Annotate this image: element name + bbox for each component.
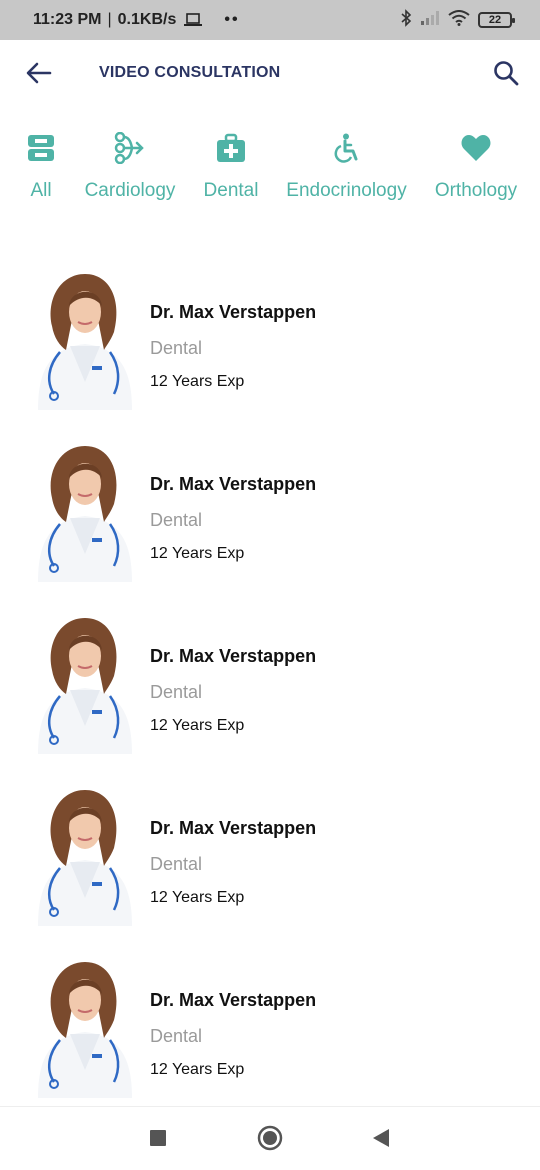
heart-icon <box>458 130 494 166</box>
home-circle-icon <box>257 1125 283 1156</box>
doctor-card[interactable]: Dr. Max Verstappen Dental 12 Years Exp <box>0 430 540 590</box>
doctor-name: Dr. Max Verstappen <box>150 474 317 494</box>
doctor-card[interactable]: Dr. Max Verstappen Dental 12 Years Exp <box>0 946 540 1106</box>
doctor-photo <box>30 270 140 410</box>
wifi-icon <box>448 9 470 31</box>
system-nav-bar <box>0 1106 540 1170</box>
status-dots: •• <box>224 11 240 28</box>
doctor-photo <box>30 614 140 754</box>
system-back-button[interactable] <box>366 1125 396 1155</box>
doctor-photo <box>30 958 140 1098</box>
doctor-experience: 12 Years Exp <box>150 889 245 906</box>
doctor-card[interactable]: Dr. Max Verstappen Dental 12 Years Exp <box>0 774 540 934</box>
app-bar: VIDEO CONSULTATION <box>0 40 540 110</box>
category-dental[interactable]: Dental <box>203 130 259 202</box>
doctor-specialty: Dental <box>150 510 203 530</box>
home-button[interactable] <box>255 1125 285 1155</box>
arrow-left-icon <box>26 62 52 89</box>
category-label: Dental <box>203 180 259 201</box>
status-time: 11:23 PM <box>33 11 102 28</box>
doctor-card[interactable]: Dr. Max Verstappen Dental 12 Years Exp <box>0 602 540 762</box>
bluetooth-icon <box>400 8 412 32</box>
laptop-icon <box>184 13 203 27</box>
recents-square-icon <box>149 1129 167 1152</box>
status-network-speed: 0.1KB/s <box>117 11 177 28</box>
doctor-specialty: Dental <box>150 682 203 702</box>
doctor-photo <box>30 786 140 926</box>
category-cardiology[interactable]: Cardiology <box>84 130 176 202</box>
inbox-tray-icon <box>23 130 59 166</box>
doctor-specialty: Dental <box>150 854 203 874</box>
signal-icon <box>420 10 440 31</box>
category-bar: All Cardiology Dental Endocrinology Orth… <box>0 130 540 210</box>
doctor-specialty: Dental <box>150 1026 203 1046</box>
back-triangle-icon <box>372 1128 390 1153</box>
category-label: Orthology <box>434 180 518 201</box>
status-right: 22 <box>400 8 515 32</box>
status-left: 11:23 PM | 0.1KB/s •• <box>33 11 240 29</box>
doctor-experience: 12 Years Exp <box>150 373 245 390</box>
recents-button[interactable] <box>143 1125 173 1155</box>
status-separator: | <box>107 11 112 28</box>
category-label: All <box>30 180 52 201</box>
doctor-photo <box>30 442 140 582</box>
doctor-name: Dr. Max Verstappen <box>150 990 317 1010</box>
doctor-experience: 12 Years Exp <box>150 545 245 562</box>
doctor-experience: 12 Years Exp <box>150 717 245 734</box>
page-title: VIDEO CONSULTATION <box>99 64 281 81</box>
category-label: Cardiology <box>84 180 176 201</box>
search-icon <box>493 60 519 91</box>
branch-arrows-icon <box>112 130 148 166</box>
doctor-name: Dr. Max Verstappen <box>150 818 317 838</box>
medical-kit-icon <box>213 130 249 166</box>
wheelchair-icon <box>329 130 365 166</box>
category-label: Endocrinology <box>286 180 407 201</box>
status-bar: 11:23 PM | 0.1KB/s •• 22 <box>0 0 540 40</box>
back-button[interactable] <box>24 61 54 89</box>
category-orthology[interactable]: Orthology <box>434 130 518 202</box>
search-button[interactable] <box>490 60 522 90</box>
doctor-name: Dr. Max Verstappen <box>150 646 317 666</box>
battery-icon: 22 <box>478 12 515 28</box>
category-all[interactable]: All <box>22 130 60 202</box>
doctor-experience: 12 Years Exp <box>150 1061 245 1078</box>
doctor-name: Dr. Max Verstappen <box>150 302 317 322</box>
category-endocrinology[interactable]: Endocrinology <box>286 130 407 202</box>
doctor-specialty: Dental <box>150 338 203 358</box>
doctor-card[interactable]: Dr. Max Verstappen Dental 12 Years Exp <box>0 258 540 418</box>
